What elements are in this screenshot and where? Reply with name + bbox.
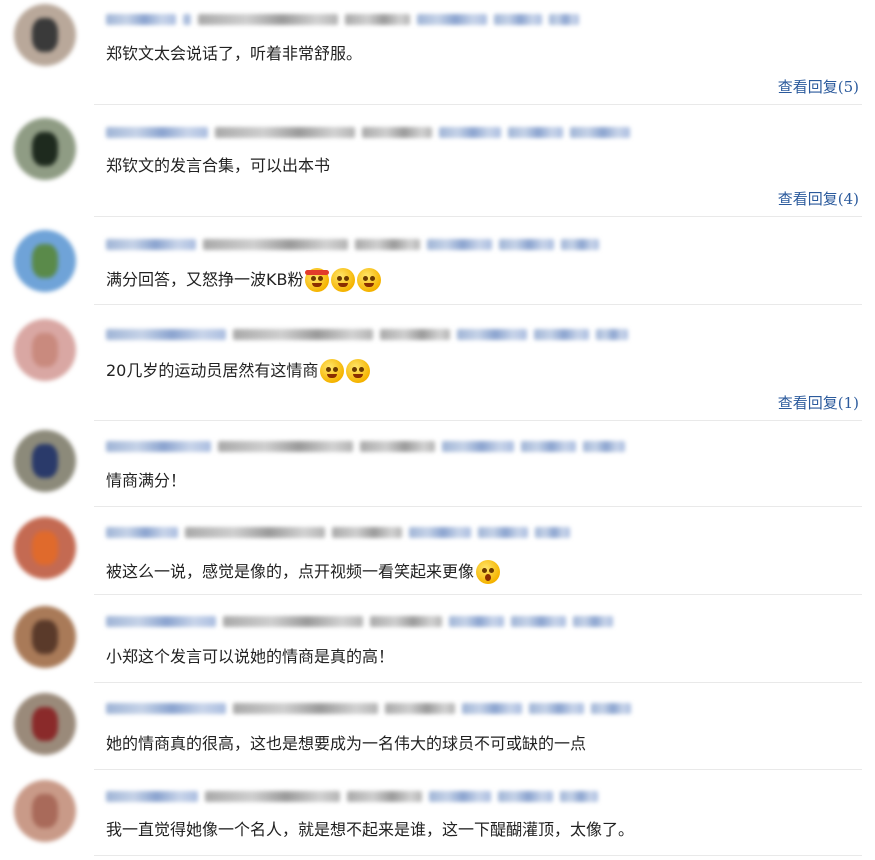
view-replies-link[interactable]: 查看回复(1) <box>778 392 859 413</box>
comment-text: 我一直觉得她像一个名人，就是想不起来是谁，这一下醍醐灌顶，太像了。 <box>106 820 635 839</box>
user-avatar[interactable] <box>14 118 76 180</box>
comment-text-content: 被这么一说，感觉是像的，点开视频一看笑起来更像 <box>106 562 475 581</box>
grin-emoji-icon <box>357 268 382 292</box>
username-blurred[interactable] <box>106 326 628 342</box>
username-blurred[interactable] <box>106 524 570 540</box>
divider <box>94 420 862 421</box>
comment-text: 小郑这个发言可以说她的情商是真的高！ <box>106 647 395 666</box>
user-avatar[interactable] <box>14 430 76 492</box>
divider <box>94 304 862 305</box>
user-avatar[interactable] <box>14 780 76 842</box>
view-replies-link[interactable]: 查看回复(4) <box>778 188 859 209</box>
comment-text: 她的情商真的很高，这也是想要成为一名伟大的球员不可或缺的一点 <box>106 734 587 753</box>
view-replies-link[interactable]: 查看回复(5) <box>778 76 859 97</box>
smirk-emoji-icon <box>320 359 345 383</box>
username-blurred[interactable] <box>106 124 630 140</box>
user-avatar[interactable] <box>14 319 76 381</box>
comment-text: 郑钦文的发言合集，可以出本书 <box>106 156 331 175</box>
divider <box>94 104 862 105</box>
username-blurred[interactable] <box>106 236 599 252</box>
comment-text-content: 20几岁的运动员居然有这情商 <box>106 361 319 380</box>
user-avatar[interactable] <box>14 693 76 755</box>
user-avatar[interactable] <box>14 517 76 579</box>
comment-text: 郑钦文太会说话了，听着非常舒服。 <box>106 44 363 63</box>
comment-list: 郑钦文太会说话了，听着非常舒服。 查看回复(5) 郑钦文的发言合集，可以出本书 … <box>0 0 875 860</box>
divider <box>94 594 862 595</box>
comment-text-content: 满分回答，又怒挣一波KB粉 <box>106 270 304 289</box>
comment-text: 情商满分！ <box>106 471 187 490</box>
username-blurred[interactable] <box>106 700 631 716</box>
comment-text: 满分回答，又怒挣一波KB粉 <box>106 268 382 292</box>
username-blurred[interactable] <box>106 788 598 804</box>
username-blurred[interactable] <box>106 613 613 629</box>
divider <box>94 855 862 856</box>
shocked-emoji-icon <box>476 560 501 584</box>
comment-text: 20几岁的运动员居然有这情商 <box>106 359 371 383</box>
smirk-emoji-icon <box>331 268 356 292</box>
divider <box>94 506 862 507</box>
divider <box>94 216 862 217</box>
username-blurred[interactable] <box>106 11 579 27</box>
divider <box>94 769 862 770</box>
user-avatar[interactable] <box>14 606 76 668</box>
divider <box>94 682 862 683</box>
username-blurred[interactable] <box>106 438 625 454</box>
user-avatar[interactable] <box>14 4 76 66</box>
user-avatar[interactable] <box>14 230 76 292</box>
comment-text: 被这么一说，感觉是像的，点开视频一看笑起来更像 <box>106 560 501 584</box>
angry-headband-emoji-icon <box>305 268 330 292</box>
smirk-emoji-icon <box>346 359 371 383</box>
